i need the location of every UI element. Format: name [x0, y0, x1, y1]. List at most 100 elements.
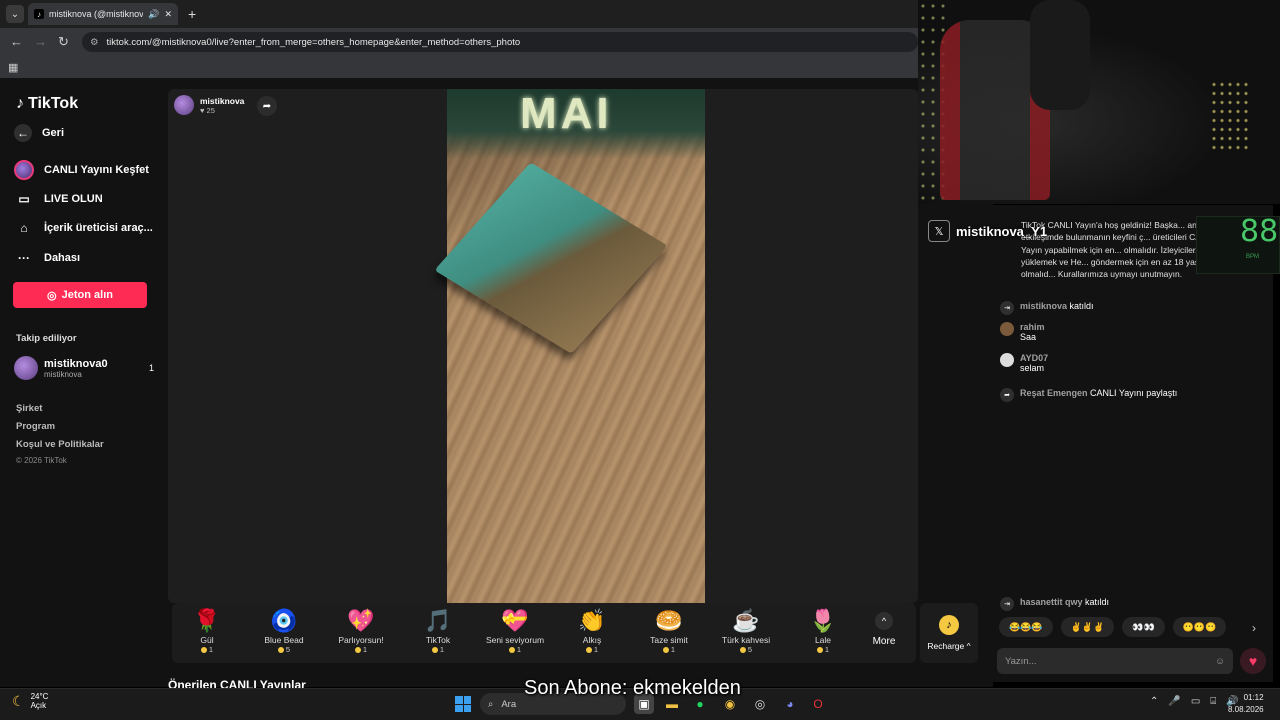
footer-link-program[interactable]: Program	[16, 421, 55, 432]
string-lights	[1210, 80, 1250, 150]
tab-search-button[interactable]: ⌄	[6, 5, 24, 23]
chevron-up-icon[interactable]: ⌃	[1150, 696, 1158, 707]
chevron-right-icon[interactable]: ›	[1252, 621, 1256, 635]
sidebar-item-go-live[interactable]: ▭ LIVE OLUN	[14, 189, 102, 209]
weather-widget[interactable]: ☾ 24°C Açık	[12, 692, 48, 710]
gift-icon: 👏	[578, 608, 606, 633]
gift-item[interactable]: 👏 Alkış 1	[553, 607, 631, 654]
gift-item[interactable]: 💝 Seni seviyorum 1	[476, 607, 554, 654]
coin-icon	[277, 646, 284, 653]
video-camera-icon: ▭	[18, 192, 30, 206]
tab-close-icon[interactable]: ✕	[164, 9, 172, 20]
windows-start-icon[interactable]	[455, 696, 471, 712]
gift-name: Parlıyorsun!	[338, 635, 384, 645]
url-text: tiktok.com/@mistiknova0/live?enter_from_…	[106, 36, 521, 48]
chat-input-placeholder: Yazın...	[1005, 655, 1037, 667]
obs-icon[interactable]: ◎	[750, 694, 770, 714]
like-heart-button[interactable]: ♥	[1240, 648, 1266, 674]
taskbar-clock[interactable]: 01:12 8.08.2026	[1228, 692, 1264, 716]
sidebar-item-back[interactable]: ← Geri	[14, 124, 64, 142]
gift-name: Blue Bead	[264, 635, 304, 645]
tiktok-note-icon: ♪	[16, 95, 24, 112]
emoji-picker-icon[interactable]: ☺	[1215, 656, 1225, 667]
reload-icon[interactable]: ↻	[58, 34, 69, 50]
coin-icon: ♪	[939, 615, 959, 635]
coin-icon	[816, 646, 823, 653]
gift-price: 1	[200, 645, 213, 654]
chat-username[interactable]: mistiknova	[1020, 301, 1067, 311]
gift-icon: 🧿	[270, 608, 298, 633]
footer-link-terms[interactable]: Koşul ve Politikalar	[16, 439, 104, 450]
gift-price-value: 1	[516, 645, 522, 654]
gift-name: Türk kahvesi	[721, 635, 771, 645]
gift-item[interactable]: 💖 Parlıyorsun! 1	[322, 607, 400, 654]
sidebar-item-more[interactable]: ··· Dahası	[14, 248, 80, 268]
gift-price-value: 1	[593, 645, 599, 654]
recharge-button[interactable]: ♪ Recharge ^	[920, 603, 978, 663]
apps-grid-icon[interactable]: ▦	[8, 61, 18, 74]
sidebar-item-creator-tools[interactable]: ⌂ İçerik üreticisi araç...	[14, 218, 153, 238]
microphone-icon[interactable]: 🎤	[1168, 696, 1180, 707]
gift-price-value: 1	[439, 645, 445, 654]
network-icon[interactable]: ⌸	[1210, 696, 1216, 707]
streamer-name: mistiknova	[200, 95, 245, 106]
gift-item[interactable]: 🧿 Blue Bead 5	[245, 607, 323, 654]
chat-message: ⇥ hasanettit qwy katıldı	[1000, 597, 1270, 611]
avatar	[1000, 322, 1014, 336]
forward-arrow-icon[interactable]: →	[34, 34, 47, 49]
sidebar-item-explore-live[interactable]: CANLI Yayını Keşfet	[14, 160, 149, 180]
gift-item[interactable]: ☕ Türk kahvesi 5	[707, 607, 785, 654]
share-arrow-icon: ➦	[262, 100, 272, 112]
coin-icon	[200, 646, 207, 653]
discord-icon[interactable]: ◕	[780, 694, 800, 714]
more-label: More	[872, 636, 896, 647]
display-icon[interactable]: ▭	[1191, 696, 1200, 707]
like-count: 25	[206, 105, 215, 115]
address-bar[interactable]: ⚙ tiktok.com/@mistiknova0/live?enter_fro…	[82, 32, 918, 52]
tiktok-logo[interactable]: ♪ TikTok	[16, 95, 78, 113]
get-coins-button[interactable]: ◎ Jeton alın	[13, 282, 147, 308]
new-tab-button[interactable]: +	[188, 6, 196, 22]
share-button[interactable]: ➦	[257, 96, 277, 116]
coin-icon: ◎	[47, 289, 57, 302]
logo-text: TikTok	[28, 95, 79, 112]
chat-username[interactable]: AYD07	[1020, 353, 1048, 363]
sidebar-item-label: İçerik üreticisi araç...	[44, 222, 153, 234]
chat-username[interactable]: hasanettit qwy	[1020, 597, 1083, 607]
gift-price-value: 5	[747, 645, 753, 654]
following-account[interactable]: mistiknova0 mistiknova 1	[14, 356, 154, 380]
chat-username[interactable]: Reşat Emengen	[1020, 388, 1088, 398]
tab-title: mistiknova (@mistiknova0) ...	[49, 9, 144, 19]
speaker-icon[interactable]: 🔊	[148, 9, 159, 20]
site-info-icon[interactable]: ⚙	[90, 37, 99, 48]
clock-time: 01:12	[1243, 693, 1264, 702]
emoji-pill[interactable]: 👀👀	[1122, 617, 1165, 637]
gift-price-value: 1	[670, 645, 676, 654]
browser-tab[interactable]: ♪ mistiknova (@mistiknova0) ... 🔊 ✕	[28, 3, 178, 25]
more-gifts-button[interactable]: ^ More	[862, 612, 906, 647]
footer-link-company[interactable]: Şirket	[16, 403, 42, 414]
gift-item[interactable]: 🌹 Gül 1	[168, 607, 246, 654]
gift-item[interactable]: 🌷 Lale 1	[784, 607, 862, 654]
emoji-pill[interactable]: ✌✌✌	[1060, 617, 1115, 637]
emoji-pill[interactable]: 😂😂😂	[999, 617, 1053, 637]
gift-icon: 🌹	[193, 608, 221, 633]
person-silhouette	[1030, 0, 1090, 110]
chat-text: katıldı	[1085, 597, 1110, 607]
search-icon: ⌕	[488, 698, 494, 710]
coin-icon	[354, 646, 361, 653]
streamer-info[interactable]: mistiknova ♥ 25	[174, 95, 244, 115]
welcome-message: TikTok CANLI Yayın'a hoş geldiniz! Başka…	[1021, 220, 1217, 280]
following-header: Takip ediliyor	[16, 333, 77, 344]
back-arrow-icon[interactable]: ←	[10, 34, 23, 49]
gift-icon: 🥯	[655, 608, 683, 633]
last-subscriber-overlay: Son Abone: ekmekelden	[524, 677, 741, 699]
chat-username[interactable]: rahim	[1020, 322, 1045, 332]
emoji-pill[interactable]: 😶😶😶	[1172, 617, 1227, 637]
opera-icon[interactable]: O	[808, 694, 828, 714]
chat-input[interactable]: Yazın... ☺	[997, 648, 1233, 674]
join-icon: ⇥	[1000, 301, 1014, 315]
gift-item[interactable]: 🎵 TikTok 1	[399, 607, 477, 654]
gift-price: 1	[816, 645, 829, 654]
gift-item[interactable]: 🥯 Taze simit 1	[630, 607, 708, 654]
